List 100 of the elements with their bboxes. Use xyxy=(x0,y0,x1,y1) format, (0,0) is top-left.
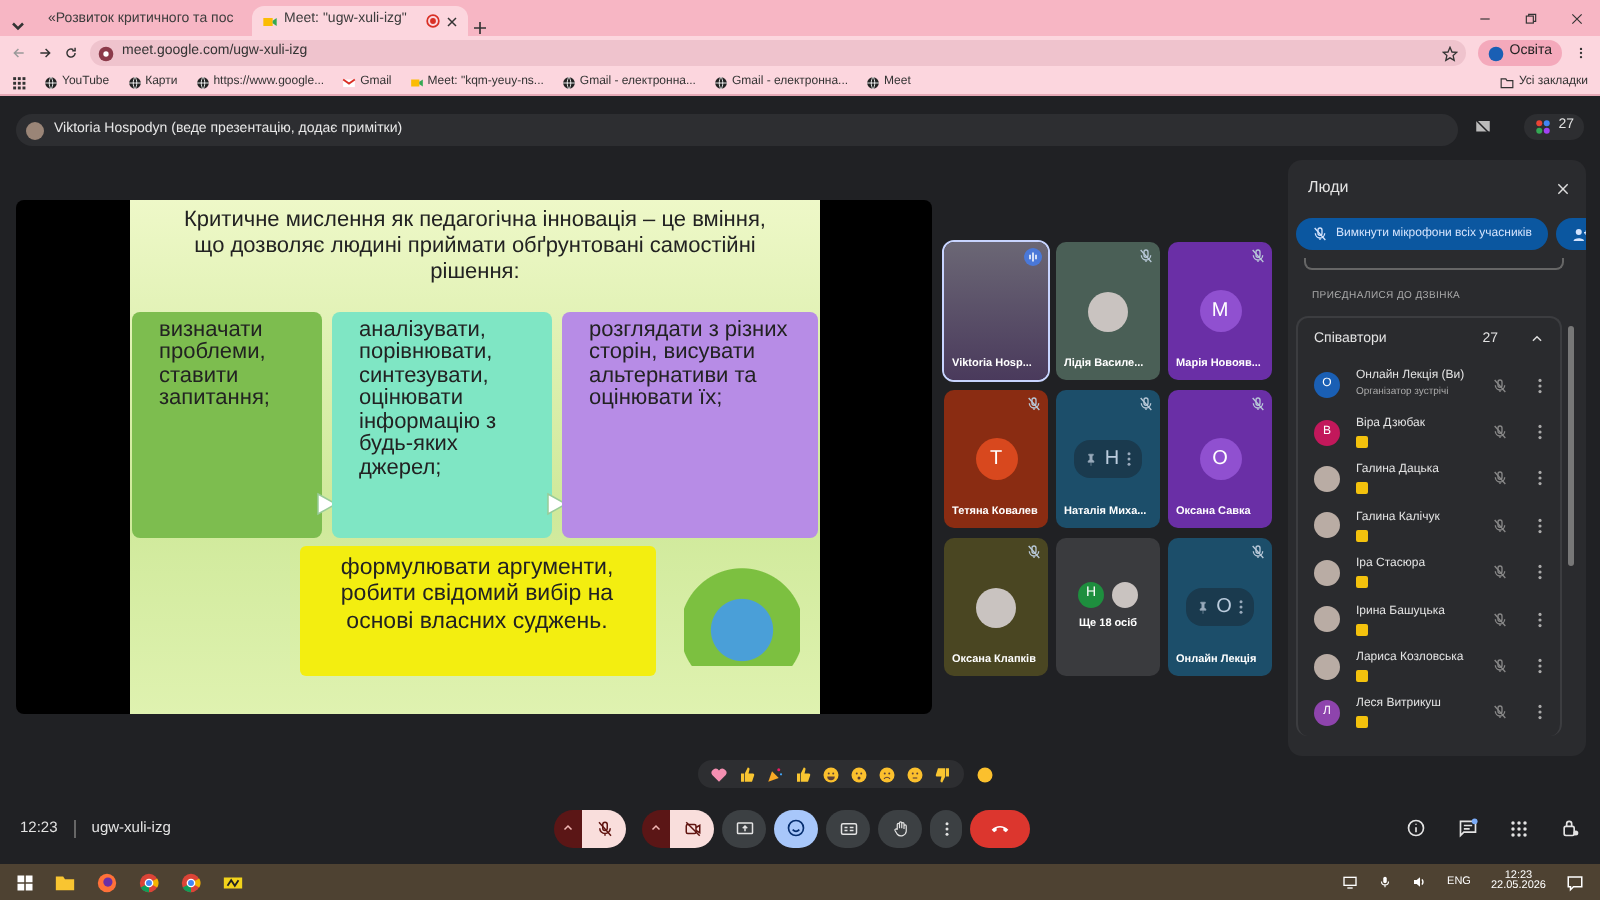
more-options-button[interactable] xyxy=(930,809,962,847)
camera-off-icon xyxy=(683,819,701,837)
emoji-icon xyxy=(786,818,806,838)
reload-icon[interactable] xyxy=(64,46,78,60)
more-options-icon[interactable] xyxy=(1536,658,1544,675)
chat-icon[interactable] xyxy=(1458,818,1478,838)
forward-icon[interactable] xyxy=(38,46,52,60)
reaction-button[interactable] xyxy=(877,765,895,783)
reaction-button[interactable] xyxy=(793,765,811,783)
windows-icon[interactable] xyxy=(16,873,34,891)
new-tab-icon[interactable] xyxy=(472,20,488,36)
search-field[interactable] xyxy=(1304,258,1564,270)
microphone-button[interactable] xyxy=(582,809,626,847)
globe-icon xyxy=(561,75,576,89)
slide-text-box: формулювати аргументи, робити свідомий вибір на основі власних суджень. xyxy=(299,545,655,676)
avatar: T xyxy=(975,438,1017,480)
more-options-icon[interactable] xyxy=(1237,598,1244,616)
slide-title: Критичне мислення як педагогічна інновація – це вміння, що дозволяє людині приймати обґрунтовані самостійні рішення: xyxy=(182,208,768,288)
microphone-icon[interactable] xyxy=(1377,874,1392,890)
mic-off-icon xyxy=(1312,226,1328,242)
globe-icon xyxy=(127,75,142,89)
more-options-icon[interactable] xyxy=(1536,377,1544,394)
hand-icon xyxy=(891,819,909,837)
more-options-icon xyxy=(943,819,949,837)
mic-off-icon xyxy=(595,819,613,837)
more-options-icon[interactable] xyxy=(1536,611,1544,628)
meet-icon xyxy=(262,13,278,29)
slide-text-box: розглядати з різних сторін, висувати альтернативи та оцінювати їх; xyxy=(561,311,817,538)
close-icon[interactable] xyxy=(446,15,458,27)
notification-icon[interactable] xyxy=(1566,873,1584,891)
chevron-icon xyxy=(1530,332,1544,347)
meet-icon xyxy=(409,75,424,89)
folder-icon xyxy=(1500,75,1515,89)
reaction-button[interactable] xyxy=(765,765,783,783)
globe-icon xyxy=(713,75,728,89)
chevron-icon xyxy=(650,822,662,834)
avatar-letter: Н xyxy=(1104,446,1120,474)
volume-icon[interactable] xyxy=(1411,874,1428,890)
reactions-button[interactable] xyxy=(774,809,818,847)
captions-button[interactable] xyxy=(826,809,870,847)
more-options-icon[interactable] xyxy=(1536,424,1544,441)
avatar xyxy=(976,587,1016,627)
avatar xyxy=(1088,291,1128,331)
mail-icon xyxy=(342,75,357,89)
lock-icon[interactable] xyxy=(1560,818,1580,838)
pin-icon[interactable] xyxy=(1084,451,1099,467)
avatar: M xyxy=(1199,290,1241,332)
reaction-button[interactable] xyxy=(849,765,867,783)
people-icon xyxy=(1534,117,1553,135)
apps-icon[interactable] xyxy=(12,75,26,89)
skin-tone-button[interactable] xyxy=(975,765,993,783)
firefox-icon[interactable] xyxy=(96,871,118,893)
present-icon xyxy=(735,819,753,837)
raise-hand-button[interactable] xyxy=(878,809,922,847)
avatar-letter: О xyxy=(1216,594,1232,622)
avatar xyxy=(1112,581,1138,608)
camera-button[interactable] xyxy=(670,809,714,847)
apps-icon[interactable] xyxy=(1510,819,1528,837)
scrollbar[interactable] xyxy=(1568,326,1574,566)
more-options-icon[interactable] xyxy=(1536,470,1544,487)
globe-icon xyxy=(866,75,881,89)
globe-icon xyxy=(44,75,58,89)
avatar xyxy=(1314,512,1340,539)
avatar xyxy=(26,121,44,139)
restore-icon[interactable] xyxy=(1524,11,1538,25)
close-icon[interactable] xyxy=(1570,11,1584,25)
avatar xyxy=(1314,653,1340,680)
network-icon[interactable] xyxy=(1341,874,1358,890)
avatar xyxy=(1314,606,1340,633)
panel-title: Люди xyxy=(1308,176,1349,200)
more-options-icon[interactable] xyxy=(1536,564,1544,581)
chrome-icon[interactable] xyxy=(138,871,160,893)
profile-avatar-icon xyxy=(1487,45,1504,61)
add-person-icon xyxy=(1571,225,1586,243)
chevron-icon xyxy=(562,822,574,834)
avatar xyxy=(1314,559,1340,586)
present-button[interactable] xyxy=(722,809,766,847)
menu-icon[interactable] xyxy=(1574,46,1588,60)
folder-icon[interactable] xyxy=(54,871,76,893)
reaction-button[interactable] xyxy=(905,765,923,783)
more-options-icon[interactable] xyxy=(1536,704,1544,721)
reaction-button[interactable] xyxy=(933,765,951,783)
avatar: О xyxy=(1199,438,1241,480)
more-options-icon[interactable] xyxy=(1536,517,1544,534)
video-placeholder xyxy=(944,242,1048,380)
recording-icon xyxy=(426,14,440,28)
more-options-icon[interactable] xyxy=(1125,450,1132,468)
reaction-button[interactable] xyxy=(709,765,727,783)
avatar xyxy=(1314,465,1340,492)
reaction-button[interactable] xyxy=(821,765,839,783)
star-icon[interactable] xyxy=(1441,45,1458,61)
leave-call-button[interactable] xyxy=(970,809,1030,847)
captions-icon xyxy=(839,819,857,837)
reaction-button[interactable] xyxy=(737,765,755,783)
info-icon[interactable] xyxy=(1406,818,1426,838)
presentation-icon[interactable] xyxy=(1474,117,1493,135)
globe-icon xyxy=(195,75,210,89)
site-info-icon xyxy=(98,45,114,61)
pin-icon[interactable] xyxy=(1196,599,1211,615)
chrome-icon[interactable] xyxy=(180,871,202,893)
